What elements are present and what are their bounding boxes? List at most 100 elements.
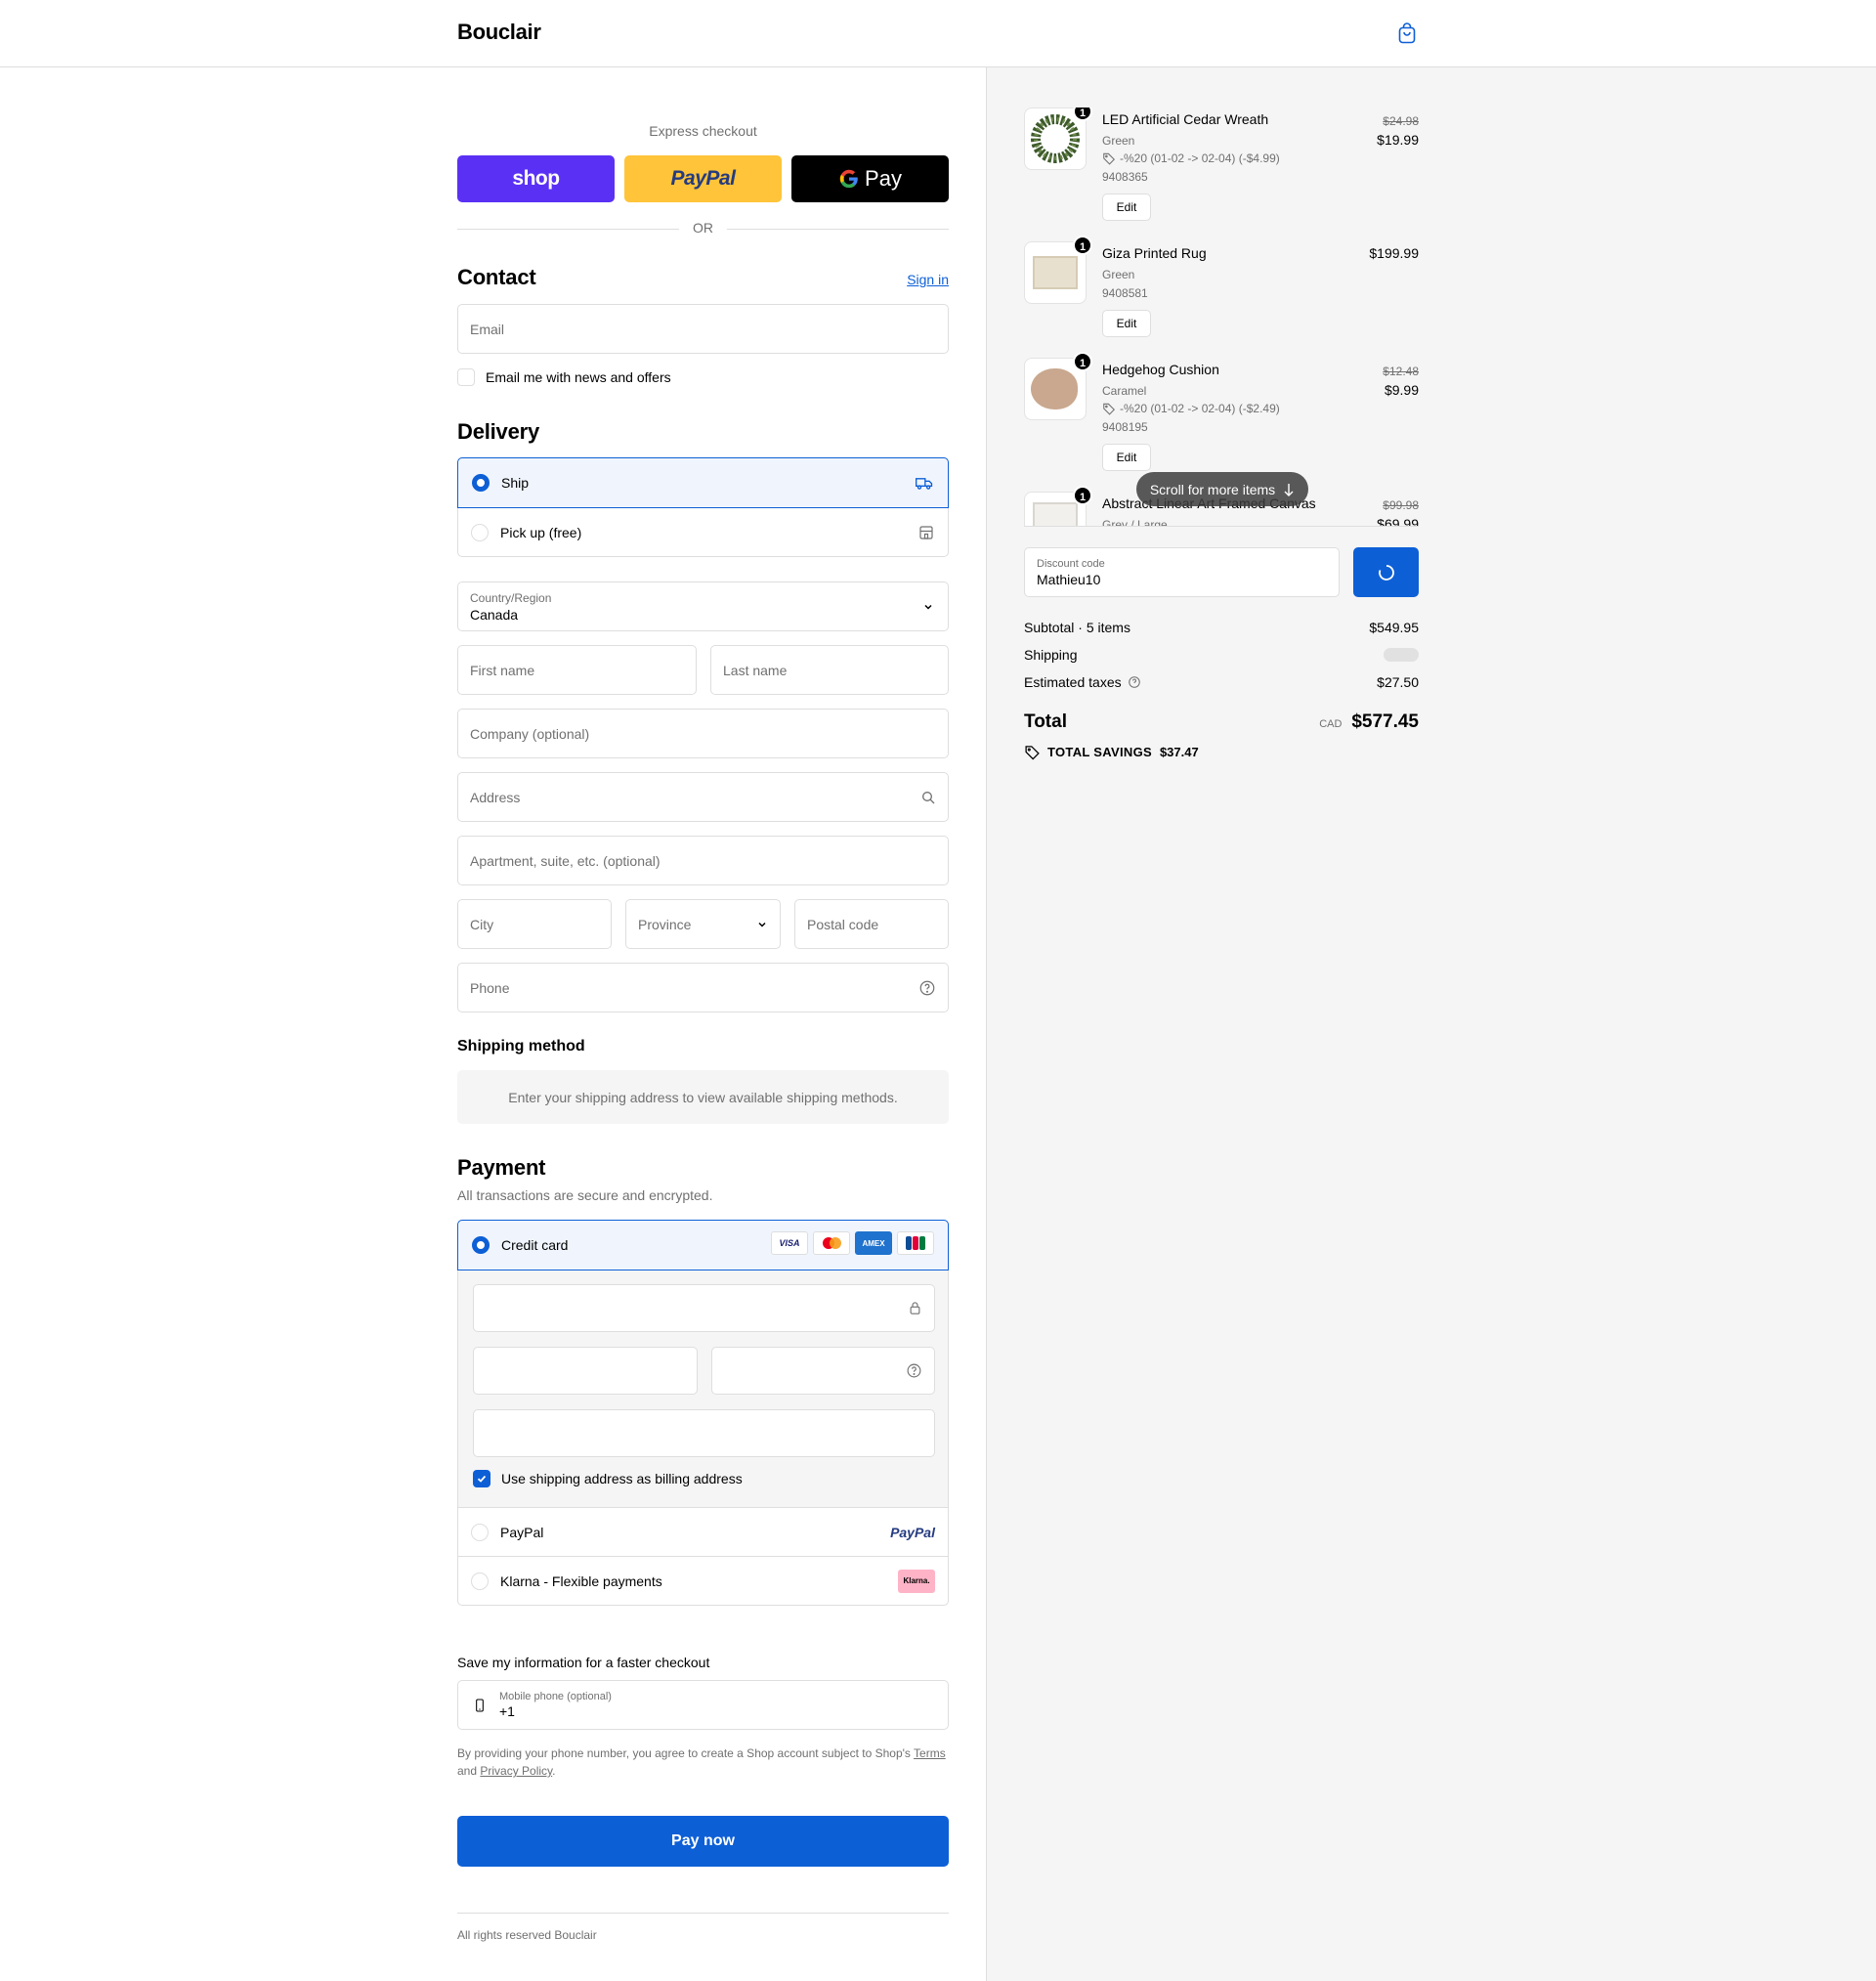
item-name: Giza Printed Rug	[1102, 245, 1207, 261]
item-price: $199.99	[1369, 245, 1419, 261]
item-discount: -%20 (01-02 -> 02-04) (-$2.49)	[1102, 402, 1280, 415]
store-icon	[919, 525, 933, 539]
subtotal-label: Subtotal · 5 items	[1024, 620, 1130, 635]
pickup-radio[interactable]	[471, 523, 489, 541]
store-logo[interactable]: Bouclair	[457, 20, 541, 45]
total-row: Total CAD $577.45	[1024, 711, 1419, 733]
address-field[interactable]: Address	[457, 772, 949, 822]
city-field[interactable]: City	[457, 899, 612, 949]
subtotal-row: Subtotal · 5 items $549.95	[1024, 620, 1419, 635]
news-checkbox-row[interactable]: Email me with news and offers	[457, 368, 671, 386]
search-icon	[922, 791, 935, 803]
company-placeholder: Company (optional)	[470, 725, 590, 742]
item-original-price: $99.98	[1383, 498, 1419, 512]
chevron-down-icon	[758, 922, 766, 927]
phone-field[interactable]: Phone	[457, 963, 949, 1012]
shopping-bag-icon[interactable]	[1395, 22, 1419, 45]
edit-button[interactable]: Edit	[1102, 444, 1151, 471]
first-name-placeholder: First name	[470, 662, 535, 678]
google-pay-button[interactable]: Pay	[791, 155, 949, 202]
item-discount-text: -%20 (01-02 -> 02-04) (-$2.49)	[1120, 402, 1280, 415]
province-placeholder: Province	[638, 916, 692, 932]
discount-code-field[interactable]: Discount code Mathieu10	[1024, 547, 1340, 597]
email-placeholder: Email	[470, 321, 505, 337]
total-savings: TOTAL SAVINGS $37.47	[1024, 744, 1199, 760]
paypal-radio[interactable]	[471, 1523, 489, 1541]
province-select[interactable]: Province	[625, 899, 781, 949]
shop-pay-button[interactable]: shop	[457, 155, 615, 202]
billing-checkbox-row[interactable]: Use shipping address as billing address	[473, 1470, 743, 1487]
paypal-express-button[interactable]: PayPal	[624, 155, 782, 202]
item-name: Hedgehog Cushion	[1102, 362, 1219, 377]
help-circle-icon[interactable]	[918, 979, 936, 997]
apply-discount-button[interactable]	[1353, 547, 1419, 597]
quantity-badge: 1	[1073, 486, 1092, 505]
shipping-row: Shipping	[1024, 647, 1419, 663]
klarna-radio[interactable]	[471, 1572, 489, 1590]
sign-in-link[interactable]: Sign in	[907, 272, 949, 287]
last-name-field[interactable]: Last name	[710, 645, 949, 695]
billing-checkbox[interactable]	[473, 1470, 490, 1487]
item-sku: 9408365	[1102, 170, 1148, 184]
klarna-option[interactable]: Klarna - Flexible payments Klarna.	[458, 1557, 948, 1605]
pickup-option[interactable]: Pick up (free)	[458, 508, 948, 556]
company-field[interactable]: Company (optional)	[457, 709, 949, 758]
ship-radio[interactable]	[472, 474, 490, 492]
item-price: $9.99	[1384, 382, 1419, 398]
card-number-field[interactable]	[473, 1284, 935, 1332]
terms-link[interactable]: Terms	[914, 1746, 946, 1760]
tag-icon	[1103, 152, 1115, 165]
email-field[interactable]: Email	[457, 304, 949, 354]
terms-text: By providing your phone number, you agre…	[457, 1744, 949, 1780]
country-select[interactable]: Country/Region Canada	[457, 581, 949, 631]
chevron-down-icon	[924, 604, 932, 610]
credit-card-option[interactable]: Credit card VISA AMEX	[457, 1220, 949, 1270]
shipping-method-message: Enter your shipping address to view avai…	[457, 1070, 949, 1124]
shipping-value-placeholder	[1384, 648, 1419, 662]
privacy-policy-link[interactable]: Privacy Policy	[480, 1764, 552, 1778]
security-code-field[interactable]	[711, 1347, 935, 1395]
taxes-row: Estimated taxes $27.50	[1024, 674, 1419, 690]
jcb-icon	[897, 1231, 934, 1255]
terms-period: .	[552, 1764, 556, 1778]
news-checkbox[interactable]	[457, 368, 475, 386]
postal-code-field[interactable]: Postal code	[794, 899, 949, 949]
mobile-phone-field[interactable]: Mobile phone (optional) +1	[457, 1680, 949, 1730]
expiry-field[interactable]	[473, 1347, 698, 1395]
total-value: $577.45	[1351, 711, 1419, 732]
ship-option[interactable]: Ship	[457, 457, 949, 508]
scroll-more-pill[interactable]: Scroll for more items	[1136, 472, 1308, 506]
amex-icon: AMEX	[855, 1231, 892, 1255]
payment-subtitle: All transactions are secure and encrypte…	[457, 1187, 713, 1203]
paypal-label: PayPal	[500, 1524, 544, 1540]
item-name: LED Artificial Cedar Wreath	[1102, 111, 1269, 127]
terms-prefix: By providing your phone number, you agre…	[457, 1746, 911, 1760]
name-on-card-field[interactable]	[473, 1409, 935, 1457]
item-variant: Green	[1102, 134, 1135, 148]
tag-icon	[1025, 746, 1040, 760]
item-original-price: $12.48	[1383, 365, 1419, 378]
edit-button[interactable]: Edit	[1102, 310, 1151, 337]
quantity-badge: 1	[1073, 236, 1092, 255]
pay-now-button[interactable]: Pay now	[457, 1816, 949, 1867]
apartment-field[interactable]: Apartment, suite, etc. (optional)	[457, 836, 949, 885]
first-name-field[interactable]: First name	[457, 645, 697, 695]
subtotal-value: $549.95	[1369, 620, 1419, 635]
total-label: Total	[1024, 711, 1067, 732]
edit-button[interactable]: Edit	[1102, 194, 1151, 221]
shipping-method-title: Shipping method	[457, 1038, 585, 1055]
credit-card-radio[interactable]	[472, 1236, 490, 1254]
address-placeholder: Address	[470, 789, 521, 805]
help-circle-icon[interactable]	[906, 1362, 922, 1379]
item-price: $19.99	[1377, 132, 1419, 148]
discount-code-label: Discount code	[1037, 557, 1105, 570]
list-divider	[1024, 526, 1419, 527]
country-label: Country/Region	[470, 590, 552, 605]
shop-logo: shop	[512, 167, 560, 190]
mobile-phone-label: Mobile phone (optional)	[499, 1691, 612, 1702]
help-circle-icon[interactable]	[1128, 675, 1141, 689]
item-variant: Green	[1102, 268, 1135, 281]
contact-title: Contact	[457, 265, 536, 289]
quantity-badge: 1	[1073, 108, 1092, 121]
paypal-option[interactable]: PayPal PayPal	[458, 1508, 948, 1557]
